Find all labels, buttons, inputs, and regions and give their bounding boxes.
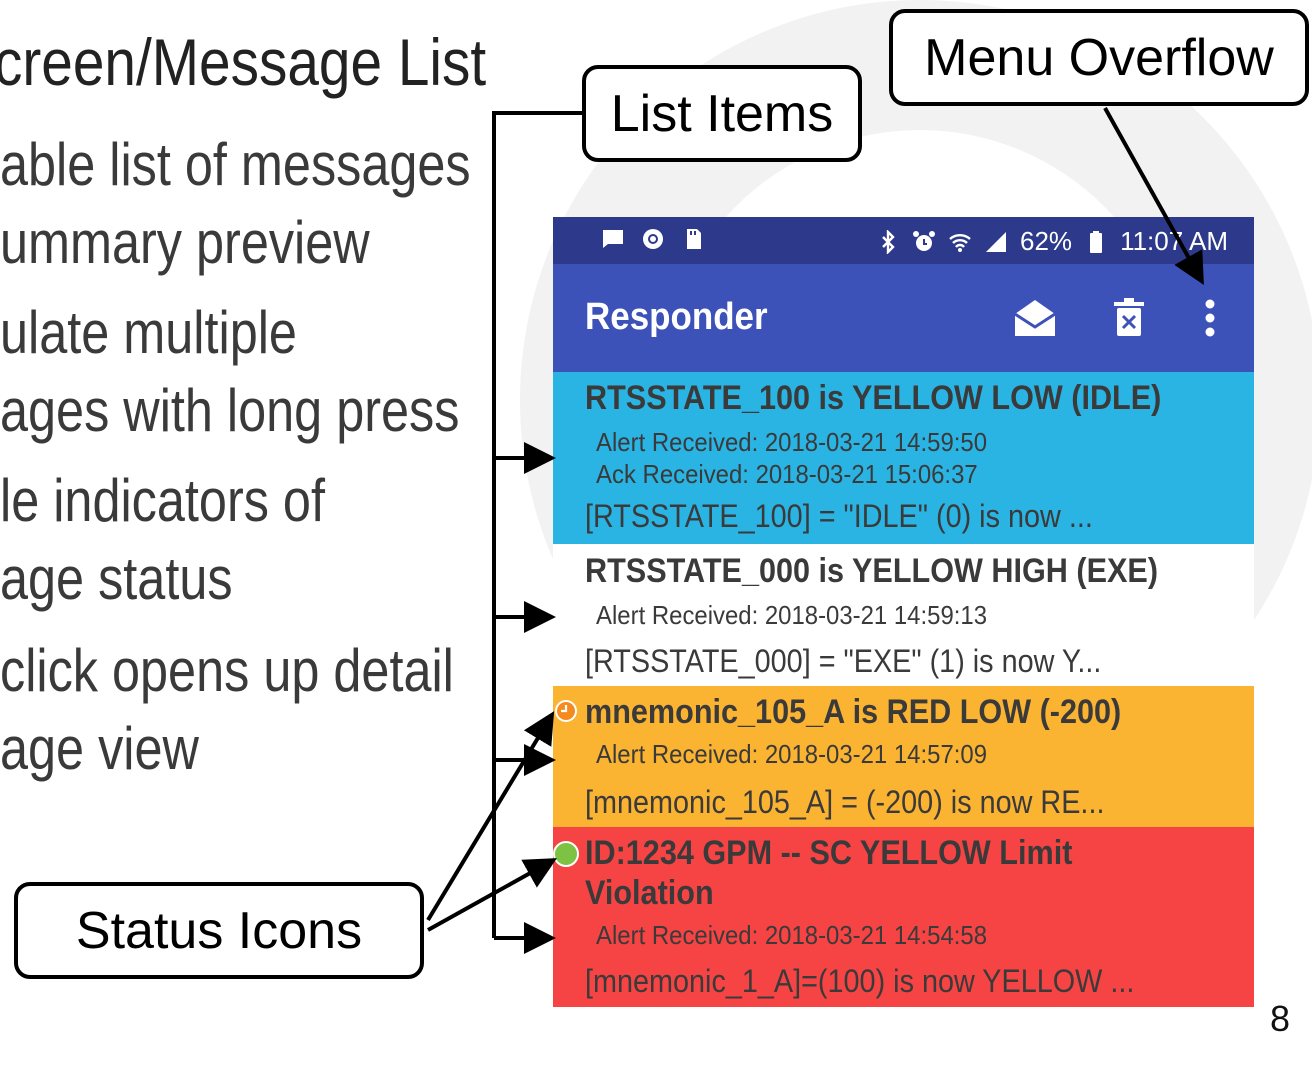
chat-icon <box>603 230 623 248</box>
message-meta: Alert Received: 2018-03-21 14:54:58 <box>596 920 987 950</box>
list-item[interactable]: RTSSTATE_000 is YELLOW HIGH (EXE) Alert … <box>553 544 1254 686</box>
list-item[interactable]: mnemonic_105_A is RED LOW (-200) Alert R… <box>553 686 1254 827</box>
message-meta: Alert Received: 2018-03-21 14:59:50 <box>596 427 987 457</box>
wifi-icon <box>949 233 971 252</box>
menu-overflow-callout: Menu Overflow <box>889 9 1309 106</box>
bullet-text: ages with long press <box>0 377 460 444</box>
mark-read-icon[interactable] <box>1011 294 1059 342</box>
message-title: RTSSTATE_100 is YELLOW LOW (IDLE) <box>585 379 1162 417</box>
message-meta: Ack Received: 2018-03-21 15:06:37 <box>596 459 978 489</box>
status-bar: 62% 11:07 AM <box>553 217 1254 264</box>
eye-icon <box>643 229 663 249</box>
bullet-text: click opens up detail <box>0 637 454 704</box>
app-bar: Responder <box>553 264 1254 372</box>
overflow-menu-icon[interactable] <box>1186 294 1234 342</box>
page-number: 8 <box>1270 998 1291 1039</box>
message-title: mnemonic_105_A is RED LOW (-200) <box>585 693 1122 731</box>
bluetooth-icon <box>882 229 895 254</box>
alarm-icon <box>913 230 936 251</box>
sd-card-icon <box>687 229 701 249</box>
bullet-text: age status <box>0 545 233 612</box>
app-title: Responder <box>585 296 768 338</box>
signal-icon <box>986 231 1007 252</box>
list-item[interactable]: ID:1234 GPM -- SC YELLOW Limit Violation… <box>553 827 1254 1007</box>
delete-icon[interactable] <box>1105 294 1153 342</box>
message-title: RTSSTATE_000 is YELLOW HIGH (EXE) <box>585 552 1159 590</box>
message-title: ID:1234 GPM -- SC YELLOW Limit <box>585 834 1073 872</box>
bullet-text: age view <box>0 715 199 782</box>
clock-time: 11:07 AM <box>1120 226 1228 256</box>
bullet-text: able list of messages <box>0 131 471 198</box>
message-meta: Alert Received: 2018-03-21 14:59:13 <box>596 600 987 630</box>
list-item[interactable]: RTSSTATE_100 is YELLOW LOW (IDLE) Alert … <box>553 372 1254 544</box>
status-icons-callout: Status Icons <box>14 882 424 979</box>
phone-screen: 62% 11:07 AM Responder RTSSTATE_100 is Y… <box>553 217 1254 1077</box>
bullet-text: le indicators of <box>0 467 325 534</box>
list-items-callout: List Items <box>582 65 862 162</box>
clock-icon <box>555 700 577 722</box>
message-preview: [RTSSTATE_100] = "IDLE" (0) is now ... <box>585 498 1093 534</box>
message-preview: [mnemonic_105_A] = (-200) is now RE... <box>585 784 1105 820</box>
message-preview: [RTSSTATE_000] = "EXE" (1) is now Y... <box>585 643 1102 679</box>
message-preview: [mnemonic_1_A]=(100) is now YELLOW ... <box>585 963 1135 999</box>
message-meta: Alert Received: 2018-03-21 14:57:09 <box>596 739 987 769</box>
green-dot-icon <box>553 841 579 867</box>
bullet-text: ummary preview <box>0 209 370 276</box>
message-title-line2: Violation <box>585 874 714 912</box>
slide-title: creen/Message List <box>0 25 487 99</box>
bullet-text: ulate multiple <box>0 299 297 366</box>
battery-percent: 62% <box>1020 226 1073 256</box>
battery-icon <box>1090 230 1103 253</box>
